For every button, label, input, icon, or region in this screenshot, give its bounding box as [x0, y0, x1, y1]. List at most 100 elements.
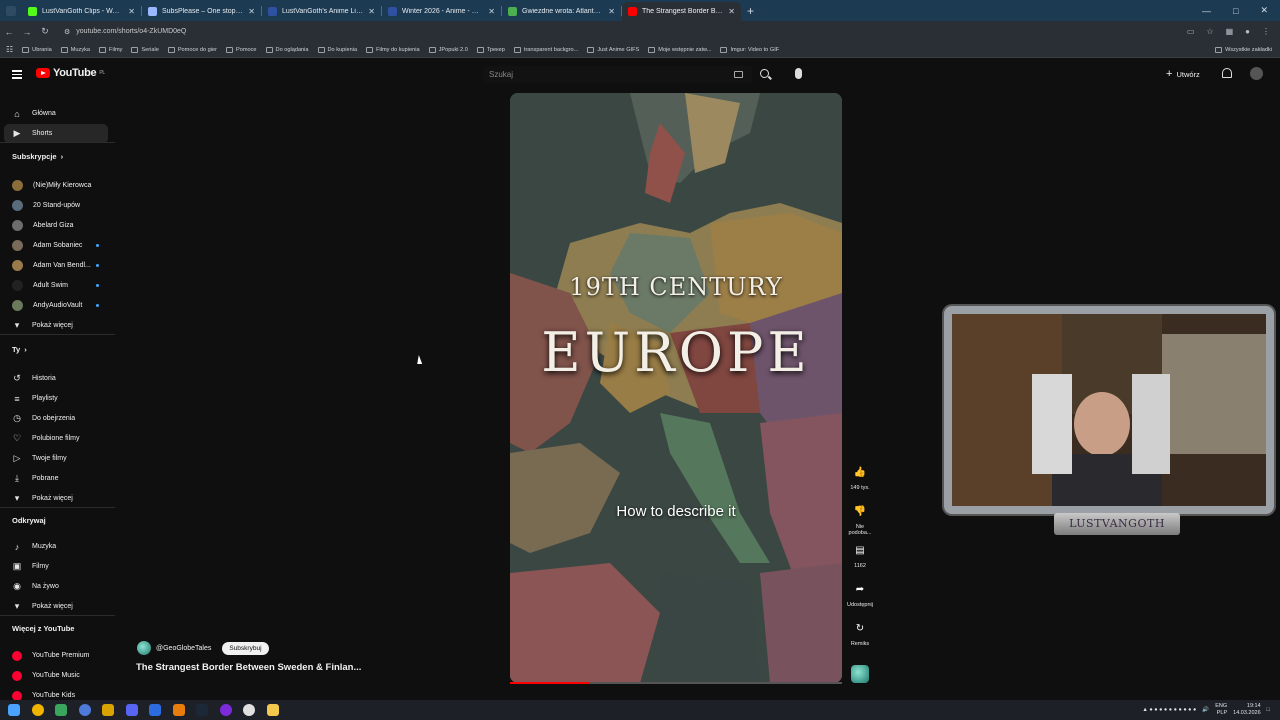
show-more-subscriptions[interactable]: ▾ Pokaż więcej [4, 316, 108, 335]
bookmark-item[interactable]: Pomoce do gier [167, 46, 217, 53]
sidebar-item-you[interactable]: ↺ Historia [4, 369, 108, 388]
bookmark-star-icon[interactable]: ☆ [1206, 27, 1213, 36]
bookmark-item[interactable]: Do kupienia [317, 46, 357, 53]
maximize-icon[interactable]: □ [1233, 6, 1238, 16]
bookmark-item[interactable]: Muzyka [60, 46, 90, 53]
channel-avatar[interactable] [137, 641, 151, 655]
account-avatar[interactable] [1250, 67, 1263, 80]
forward-icon[interactable]: → [18, 27, 36, 37]
bookmark-item[interactable]: Imgur: Video to GIF [720, 46, 779, 53]
bookmark-item[interactable]: Filmy [99, 46, 122, 53]
more-from-youtube-section[interactable]: Więcej z YouTube [12, 624, 74, 633]
language-indicator[interactable]: ENG PLP [1215, 703, 1227, 717]
bookmark-item[interactable]: Moje wstępnie zatw... [648, 46, 711, 53]
search-icon[interactable] [760, 69, 769, 78]
all-bookmarks[interactable]: Wszystkie zakładki [1215, 46, 1280, 53]
you-section[interactable]: Ty › [12, 345, 27, 354]
sound-source-avatar[interactable] [851, 665, 869, 683]
install-icon[interactable]: ▭ [1187, 27, 1195, 36]
browser-tab[interactable]: The Strangest Border Betwe ✕ [622, 2, 741, 21]
browser-tab[interactable]: Gwiezdne wrota: Atlantyda / St ✕ [502, 2, 621, 21]
create-button[interactable]: + Utwórz [1166, 66, 1200, 82]
video-progress-bar[interactable] [510, 682, 842, 684]
bookmark-item[interactable]: Filmy do kupienia [366, 46, 420, 53]
start-icon[interactable] [8, 704, 20, 716]
sidebar-subscription[interactable]: AndyAudioVault [4, 296, 108, 315]
subscribe-button[interactable]: Subskrybuj [222, 641, 269, 655]
bookmark-item[interactable]: JPopuki 2.0 [428, 46, 468, 53]
app-icon-5[interactable] [219, 704, 232, 716]
sidebar-subscription[interactable]: Adam Sobaniec [4, 236, 108, 255]
sidebar-item-you[interactable]: ◷ Do obejrzenia [4, 409, 108, 428]
thumbs-up-icon[interactable]: 👍 [851, 463, 869, 481]
tab-close-icon[interactable]: ✕ [608, 7, 615, 16]
sidebar-item-you[interactable]: ⤓ Pobrane [4, 469, 108, 488]
thumbs-down-icon[interactable]: 👎 [851, 502, 869, 520]
sidebar-item-explore[interactable]: ◉ Na żywo [4, 577, 108, 596]
dislike-action[interactable]: 👎 Nie podoba... [846, 502, 874, 537]
taskbar-clock[interactable]: 19:14 14.03.2026 [1233, 703, 1261, 717]
sidebar-item-explore[interactable]: ▣ Filmy [4, 557, 108, 576]
back-icon[interactable]: ← [0, 27, 18, 37]
bookmark-item[interactable]: Do oglądania [265, 46, 309, 53]
sidebar-subscription[interactable]: 20 Stand-upów [4, 196, 108, 215]
sidebar-item-you[interactable]: ▷ Twoje filmy [4, 449, 108, 468]
short-video-title[interactable]: The Strangest Border Between Sweden & Fi… [136, 662, 361, 673]
sidebar-item-shorts[interactable]: ▶ Shorts [4, 124, 108, 143]
file-explorer-icon[interactable] [266, 704, 279, 716]
browser-tab[interactable]: LustVanGoth's Anime List - My ✕ [262, 2, 381, 21]
sidebar-item-you[interactable]: ≡ Playlisty [4, 389, 108, 408]
notification-center-icon[interactable]: □ [1267, 707, 1270, 713]
microphone-icon[interactable] [795, 68, 802, 79]
remix-action[interactable]: ↻ Remiks [846, 619, 874, 648]
chrome-icon[interactable] [31, 704, 44, 716]
reload-icon[interactable]: ↻ [36, 26, 54, 37]
tab-close-icon[interactable]: ✕ [128, 7, 135, 16]
explore-section[interactable]: Odkrywaj [12, 516, 46, 525]
workspace-icon[interactable] [6, 5, 16, 16]
bookmark-item[interactable]: Pomoce [226, 46, 257, 53]
app-icon-1[interactable] [55, 704, 67, 716]
hamburger-menu-icon[interactable] [12, 70, 22, 79]
browser-menu-icon[interactable]: ⋮ [1262, 27, 1270, 36]
sidebar-subscription[interactable]: Abelard Giza [4, 216, 108, 235]
bookmark-item[interactable]: transparent backgro... [513, 46, 578, 53]
show-more-you[interactable]: ▾ Pokaż więcej [4, 489, 108, 508]
tab-close-icon[interactable]: ✕ [248, 7, 255, 16]
remix-icon[interactable]: ↻ [851, 619, 869, 637]
site-info-icon[interactable]: ⚙ [64, 28, 70, 36]
search-input[interactable]: Szukaj [482, 66, 752, 83]
sidebar-subscription[interactable]: (Nie)Miły Kierowca [4, 176, 108, 195]
bookmark-item[interactable]: Just Anime GIFS [587, 46, 639, 53]
minimize-icon[interactable]: — [1202, 6, 1211, 16]
like-action[interactable]: 👍 149 tys. [846, 463, 874, 492]
close-window-icon[interactable]: ✕ [1260, 5, 1268, 16]
tray-icons[interactable]: ▲ ● ● ● ● ● ● ● ● ● ● [1142, 707, 1196, 713]
tab-close-icon[interactable]: ✕ [368, 7, 375, 16]
bookmark-item[interactable]: Ubrania [22, 46, 52, 53]
show-more-explore[interactable]: ▾ Pokaż więcej [4, 597, 108, 616]
bookmark-item[interactable]: Трекер [476, 46, 505, 53]
apps-grid-icon[interactable]: ☷ [6, 45, 13, 54]
vlc-icon[interactable] [172, 704, 185, 716]
sidebar-subscription[interactable]: Adult Swim [4, 276, 108, 295]
sidebar-item-youtube-app[interactable]: YouTube Premium [4, 646, 108, 665]
url-field[interactable]: ⚙ youtube.com/shorts/o4-ZkUMD0eQ [60, 24, 1130, 39]
browser-tab[interactable]: LustVanGoth Clips - Watch Live ✕ [22, 2, 141, 21]
app-icon-2[interactable] [78, 704, 91, 716]
keyboard-icon[interactable] [734, 71, 743, 78]
extensions-icon[interactable]: ▦ [1226, 27, 1234, 36]
youtube-logo[interactable]: YouTube PL [36, 67, 105, 79]
sidebar-item-you[interactable]: ♡ Polubione filmy [4, 429, 108, 448]
browser-tab[interactable]: SubsPlease – One stop shop fo ✕ [142, 2, 261, 21]
app-icon-3[interactable] [102, 704, 114, 716]
sidebar-item-home[interactable]: ⌂ Główna [4, 104, 108, 123]
sidebar-item-explore[interactable]: ♪ Muzyka [4, 537, 108, 556]
short-video-player[interactable]: 19TH CENTURY EUROPE How to describe it [510, 93, 842, 683]
notifications-bell-icon[interactable] [1222, 68, 1232, 78]
sidebar-item-youtube-app[interactable]: YouTube Music [4, 666, 108, 685]
app-icon-4[interactable] [149, 704, 161, 716]
comments-action[interactable]: ▤ 1162 [846, 541, 874, 570]
channel-name[interactable]: @GeoGlobeTales [156, 645, 211, 652]
sidebar-subscription[interactable]: Adam Van Bendl... [4, 256, 108, 275]
